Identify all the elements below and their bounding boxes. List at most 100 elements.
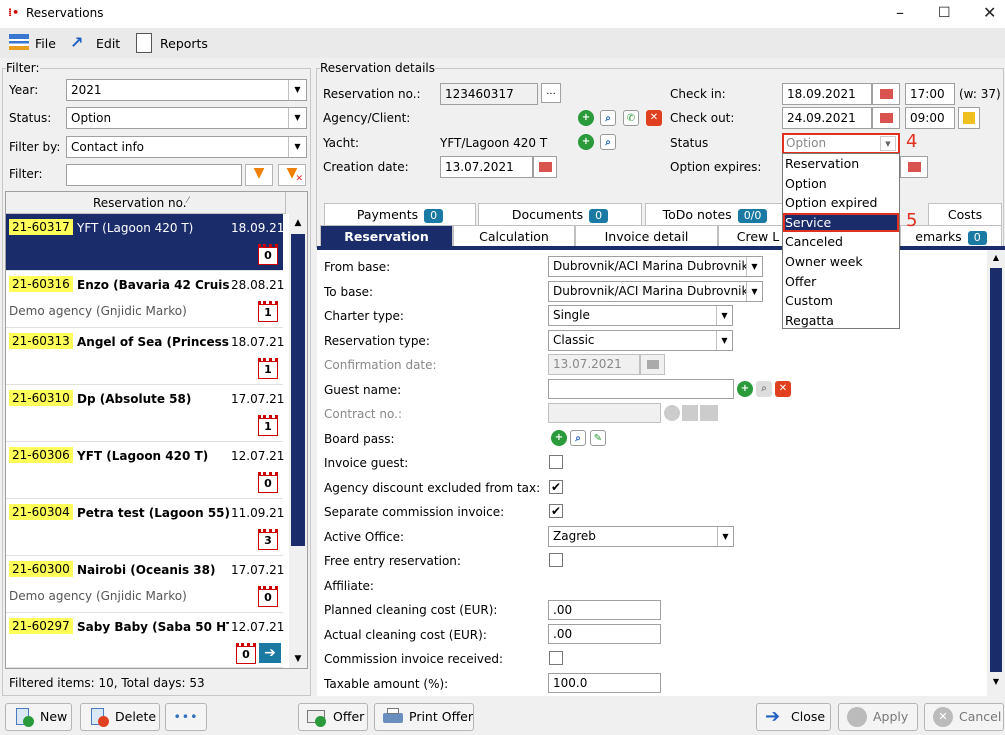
filter-icon[interactable]: ▼: [245, 164, 273, 186]
tab-payments[interactable]: Payments 0: [324, 203, 476, 225]
reservation-type-select[interactable]: Classic ▼: [548, 330, 733, 351]
menu-edit[interactable]: Edit: [96, 36, 120, 51]
checkin-time-field[interactable]: 17:00: [905, 83, 955, 105]
status-option[interactable]: Reservation: [783, 154, 899, 174]
clear-filter-icon[interactable]: ▼ ✕: [278, 164, 306, 186]
search-guest-icon[interactable]: ⌕: [756, 381, 772, 397]
close-window-icon[interactable]: ✕: [983, 3, 996, 22]
creation-date-field[interactable]: 13.07.2021: [440, 156, 533, 178]
list-item[interactable]: 21-60316 Enzo (Bavaria 42 Cruiser)28.08.2…: [6, 271, 284, 328]
scroll-down-icon[interactable]: ▼: [289, 650, 307, 668]
form-scroll-thumb[interactable]: [990, 268, 1002, 672]
tab-calculation[interactable]: Calculation: [453, 225, 575, 247]
status-dropdown-list: Reservation Option Option expired Service Ca…: [782, 153, 900, 329]
resno-field[interactable]: 123460317: [440, 83, 538, 105]
scroll-down-icon[interactable]: ▼: [988, 674, 1004, 690]
year-select[interactable]: 2021 ▼: [66, 79, 307, 101]
maximize-icon[interactable]: ☐: [938, 5, 951, 21]
delete-guest-icon[interactable]: ✕: [775, 381, 791, 397]
calendar-icon[interactable]: [533, 156, 557, 178]
to-base-select[interactable]: Dubrovnik/ACI Marina Dubrovnik ▼: [548, 281, 763, 302]
filter-input[interactable]: [66, 164, 242, 186]
form-scrollbar[interactable]: ▲ ▼: [988, 250, 1004, 692]
note-icon[interactable]: [958, 107, 980, 129]
edit-boardpass-icon[interactable]: ✎: [590, 430, 606, 446]
tab-invoice-detail[interactable]: Invoice detail: [575, 225, 718, 247]
free-entry-checkbox[interactable]: [549, 553, 563, 567]
minimize-icon[interactable]: –: [896, 3, 904, 22]
status-option[interactable]: Owner week: [783, 252, 899, 272]
add-agency-icon[interactable]: +: [578, 110, 594, 126]
actual-cleaning-label: Actual cleaning cost (EUR):: [324, 628, 487, 642]
print-offer-button[interactable]: Print Offer: [374, 703, 474, 731]
menu-file[interactable]: File: [35, 36, 56, 51]
calendar-icon[interactable]: [872, 107, 900, 129]
search-boardpass-icon[interactable]: ⌕: [570, 430, 586, 446]
offer-button[interactable]: Offer: [298, 703, 368, 731]
add-yacht-icon[interactable]: +: [578, 134, 594, 150]
list-item[interactable]: 21-60297 Saby Baby (Saba 50 HT) 12.07.21 0 ➔: [6, 613, 285, 668]
search-agency-icon[interactable]: ⌕: [600, 110, 616, 126]
checkin-date-field[interactable]: 18.09.2021: [782, 83, 872, 105]
more-button[interactable]: •••: [165, 703, 207, 731]
contract-no-label: Contract no.:: [324, 407, 403, 421]
new-button[interactable]: New: [5, 703, 72, 731]
calendar-icon[interactable]: [900, 156, 928, 178]
reservation-date: 12.07.21: [231, 620, 285, 634]
actual-cleaning-field[interactable]: .00: [548, 624, 661, 644]
status-option[interactable]: Service: [783, 212, 899, 233]
details-legend: Reservation details: [320, 61, 435, 75]
list-item[interactable]: 21-60300 Nairobi (Oceanis 38) 17.07.21 Demo…: [6, 556, 284, 613]
planned-cleaning-field[interactable]: .00: [548, 600, 661, 620]
list-scroll-thumb[interactable]: [291, 234, 305, 546]
delete-button[interactable]: Delete: [80, 703, 160, 731]
invoice-guest-checkbox[interactable]: [549, 455, 563, 469]
scroll-up-icon[interactable]: ▲: [289, 214, 307, 232]
status-filter-select[interactable]: Option ▼: [66, 107, 307, 129]
reservation-no-badge: 21-60310: [9, 390, 73, 406]
tab-reservation[interactable]: Reservation: [320, 225, 453, 247]
separate-commission-checkbox[interactable]: ✔: [549, 504, 563, 518]
add-boardpass-icon[interactable]: +: [551, 430, 567, 446]
taxable-amount-field[interactable]: 100.0: [548, 673, 661, 693]
checkout-time-field[interactable]: 09:00: [905, 107, 955, 129]
status-select[interactable]: Option ▼: [782, 133, 900, 154]
apply-button[interactable]: Apply: [838, 703, 918, 731]
menu-reports[interactable]: Reports: [160, 36, 208, 51]
delete-agency-icon[interactable]: ✕: [646, 110, 662, 126]
status-option[interactable]: Option expired: [783, 193, 899, 213]
close-button[interactable]: ➔ Close: [756, 703, 831, 731]
search-yacht-icon[interactable]: ⌕: [600, 134, 616, 150]
checkout-date-field[interactable]: 24.09.2021: [782, 107, 872, 129]
list-item[interactable]: 21-60313 Angel of Sea (Princess 6518.07.2…: [6, 328, 284, 385]
confirmation-date-label: Confirmation date:: [324, 358, 437, 372]
phone-icon[interactable]: ✆: [623, 110, 639, 126]
calendar-icon[interactable]: [872, 83, 900, 105]
tab-todo-notes[interactable]: ToDo notes 0/0: [645, 203, 785, 225]
cancel-button[interactable]: ✕ Cancel: [924, 703, 1004, 731]
tab-costs[interactable]: Costs: [928, 203, 1002, 225]
status-option[interactable]: Canceled: [783, 232, 899, 252]
arrow-right-icon[interactable]: ➔: [259, 643, 281, 663]
list-item[interactable]: 21-60304 Petra test (Lagoon 55) 11.09.21 3: [6, 499, 284, 556]
add-guest-icon[interactable]: +: [737, 381, 753, 397]
list-header[interactable]: Reservation no. ⁄: [6, 192, 285, 214]
charter-type-select[interactable]: Single ▼: [548, 305, 733, 326]
agency-discount-checkbox[interactable]: ✔: [549, 480, 563, 494]
tab-documents[interactable]: Documents 0: [478, 203, 642, 225]
list-scrollbar[interactable]: ▲ ▼: [289, 214, 307, 668]
list-item[interactable]: 21-60310 Dp (Absolute 58) 17.07.21 1: [6, 385, 284, 442]
status-option[interactable]: Regatta: [783, 311, 899, 331]
scroll-up-icon[interactable]: ▲: [988, 250, 1004, 266]
status-option[interactable]: Option: [783, 174, 899, 194]
list-item[interactable]: 21-60317 YFT (Lagoon 420 T) 18.09.21 0: [6, 214, 284, 271]
commission-received-checkbox[interactable]: [549, 651, 563, 665]
resno-more-button[interactable]: ...: [541, 83, 561, 103]
list-item[interactable]: 21-60306 YFT (Lagoon 420 T) 12.07.21 0: [6, 442, 284, 499]
active-office-select[interactable]: Zagreb ▼: [548, 526, 734, 547]
status-option[interactable]: Offer: [783, 272, 899, 292]
filterby-select[interactable]: Contact info ▼: [66, 136, 307, 158]
status-option[interactable]: Custom: [783, 291, 899, 311]
from-base-select[interactable]: Dubrovnik/ACI Marina Dubrovnik ▼: [548, 256, 763, 277]
guest-name-field[interactable]: [548, 379, 734, 399]
